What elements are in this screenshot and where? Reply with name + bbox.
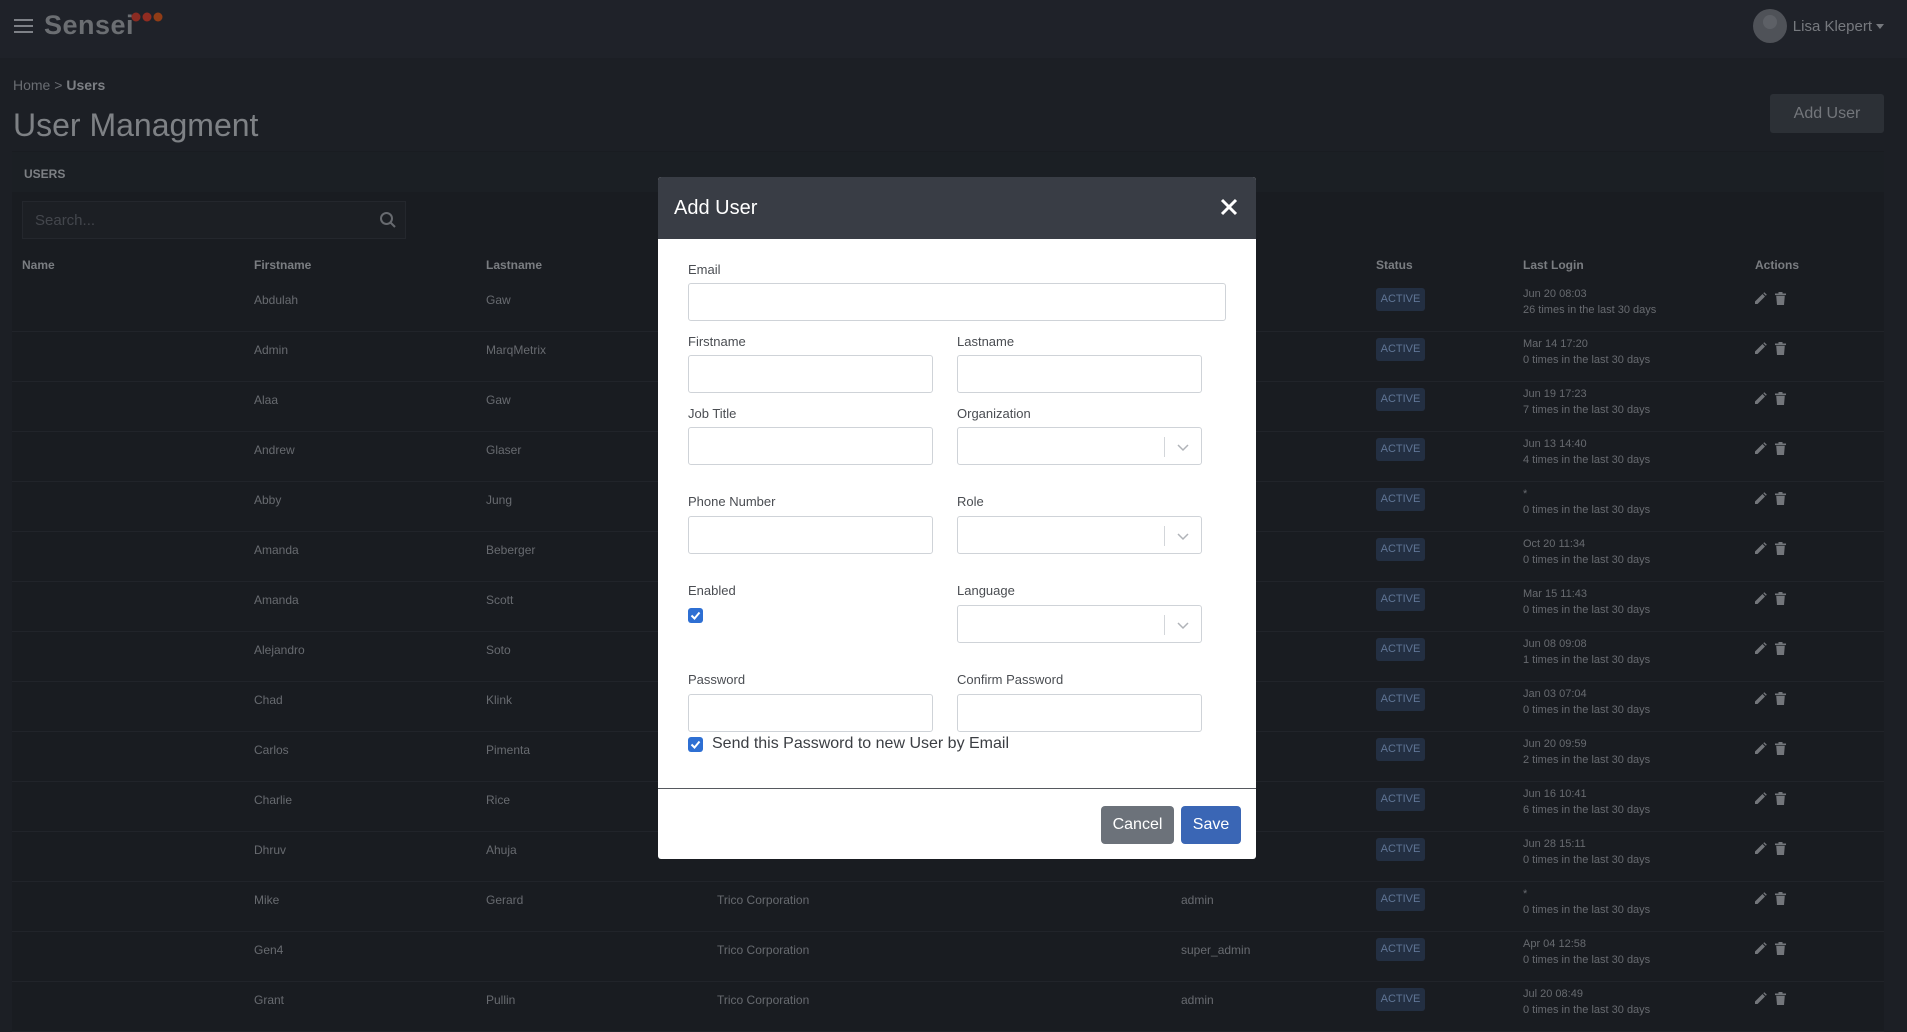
language-select[interactable] bbox=[957, 605, 1202, 643]
job-title-label: Job Title bbox=[688, 406, 737, 421]
language-label: Language bbox=[957, 583, 1015, 598]
chevron-down-icon bbox=[1177, 444, 1189, 452]
modal-header: Add User bbox=[658, 177, 1256, 239]
role-select[interactable] bbox=[957, 516, 1202, 554]
lastname-field[interactable] bbox=[957, 355, 1202, 393]
job-title-field[interactable] bbox=[688, 427, 933, 465]
role-label: Role bbox=[957, 494, 984, 509]
modal-footer-divider bbox=[658, 788, 1256, 789]
lastname-label: Lastname bbox=[957, 334, 1015, 349]
send-password-email-label[interactable]: Send this Password to new User by Email bbox=[712, 735, 1009, 753]
email-label: Email bbox=[688, 262, 721, 277]
password-label: Password bbox=[688, 672, 746, 687]
email-field[interactable] bbox=[688, 283, 1226, 321]
add-user-modal: Add User Email Firstname Lastname Job Ti… bbox=[658, 177, 1256, 859]
firstname-field[interactable] bbox=[688, 355, 933, 393]
enabled-checkbox[interactable] bbox=[688, 608, 703, 623]
firstname-label: Firstname bbox=[688, 334, 746, 349]
close-icon[interactable] bbox=[1218, 196, 1240, 218]
select-separator bbox=[1164, 526, 1165, 546]
chevron-down-icon bbox=[1177, 533, 1189, 541]
organization-label: Organization bbox=[957, 406, 1031, 421]
select-separator bbox=[1164, 437, 1165, 457]
cancel-button[interactable]: Cancel bbox=[1101, 806, 1174, 844]
chevron-down-icon bbox=[1177, 622, 1189, 630]
confirm-password-field[interactable] bbox=[957, 694, 1202, 732]
organization-select[interactable] bbox=[957, 427, 1202, 465]
password-field[interactable] bbox=[688, 694, 933, 732]
send-password-email-checkbox[interactable] bbox=[688, 737, 703, 752]
phone-number-label: Phone Number bbox=[688, 494, 776, 509]
check-icon bbox=[690, 740, 701, 749]
modal-title: Add User bbox=[674, 197, 758, 219]
save-button[interactable]: Save bbox=[1181, 806, 1241, 844]
phone-number-field[interactable] bbox=[688, 516, 933, 554]
select-separator bbox=[1164, 615, 1165, 635]
check-icon bbox=[690, 611, 701, 620]
enabled-label: Enabled bbox=[688, 583, 736, 598]
confirm-password-label: Confirm Password bbox=[957, 672, 1064, 687]
